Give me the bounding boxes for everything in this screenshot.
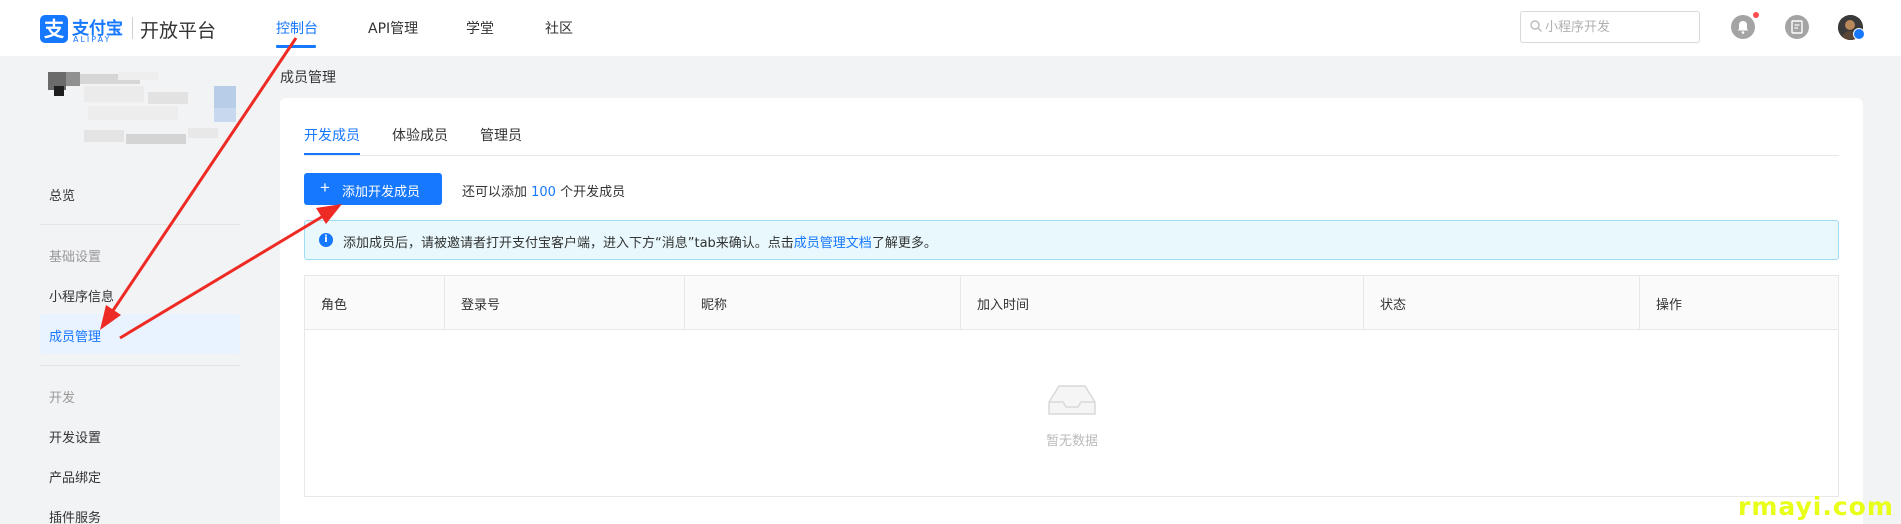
watermark: rmayi.com [1738,492,1894,521]
arrow-to-add-button [119,204,342,340]
annotation-arrows [100,37,342,340]
arrow-to-member-management [100,37,298,330]
